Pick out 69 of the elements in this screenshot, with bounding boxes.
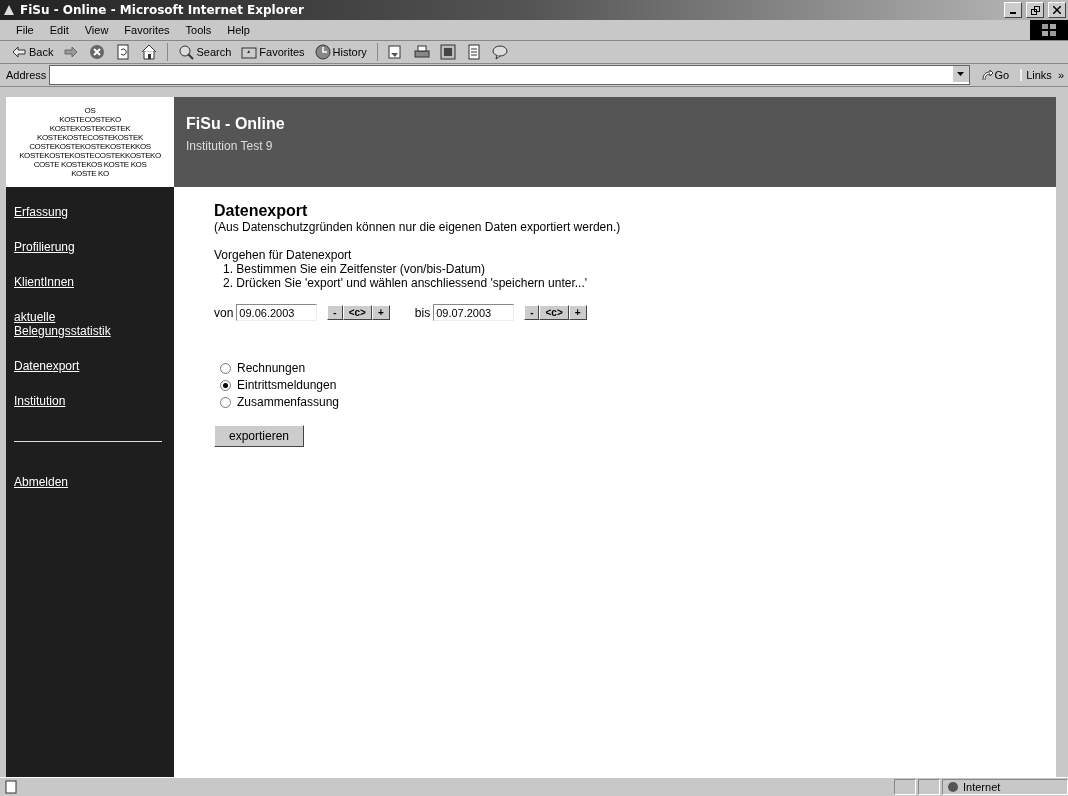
sidebar-link[interactable]: Profilierung [14, 240, 75, 254]
option-label[interactable]: Zusammenfassung [237, 395, 340, 409]
export-button[interactable]: exportieren [214, 425, 305, 447]
date-step-button[interactable]: <c> [342, 305, 372, 320]
folder-icon [241, 44, 258, 60]
menu-item[interactable]: Favorites [116, 24, 178, 36]
option-label[interactable]: Eintrittsmeldungen [237, 378, 337, 392]
status-panel [894, 779, 916, 795]
steps-heading: Vorgehen für Datenexport [214, 248, 353, 262]
mail-icon [387, 44, 404, 60]
page-icon [4, 780, 18, 794]
document-icon [465, 44, 482, 60]
radio-button[interactable] [220, 362, 231, 374]
stop-icon [89, 44, 106, 60]
date-step-button[interactable]: - [327, 305, 343, 320]
menu-item[interactable]: Tools [177, 24, 220, 36]
toolbar-button[interactable]: History [311, 44, 370, 60]
institution-name: Institution Test 9 [186, 139, 274, 153]
sidebar-link[interactable]: KlientInnen [14, 275, 75, 289]
more-chevron[interactable]: » [1057, 69, 1064, 81]
step-text: 2. Drücken Sie 'export' und wählen anschliessend 'speichern unter...' [222, 276, 589, 290]
browser-icon [2, 3, 16, 17]
radio-button[interactable] [220, 379, 231, 391]
date-field[interactable]: 09.07.2003 [433, 304, 515, 321]
date-label: bis [414, 305, 431, 320]
window-title: FiSu - Online - Microsoft Internet Explorer [20, 3, 305, 17]
zone-label: Internet [963, 781, 1001, 793]
menu-item[interactable]: Help [219, 24, 258, 36]
links-label[interactable]: Links [1026, 69, 1052, 81]
home-icon [141, 44, 158, 60]
option-label[interactable]: Rechnungen [237, 361, 306, 375]
address-field[interactable] [49, 65, 970, 85]
date-step-button[interactable]: - [524, 305, 540, 320]
forward-arrow-icon [63, 44, 80, 60]
windows-logo-icon [1030, 20, 1068, 40]
privacy-note: (Aus Datenschutzgründen können nur die eigenen Daten exportiert werden.) [214, 220, 622, 234]
go-button[interactable]: Go [972, 69, 1018, 81]
menu-item[interactable]: File [8, 24, 42, 36]
speech-bubble-icon [491, 44, 508, 60]
toolbar-button[interactable]: Search [175, 44, 235, 60]
menu-item[interactable]: View [76, 24, 117, 36]
logout-link[interactable]: Abmelden [14, 475, 69, 489]
address-label: Address [6, 69, 47, 81]
toolbar-button[interactable]: Favorites [238, 44, 308, 60]
clock-icon [314, 44, 331, 60]
restore-button[interactable] [1026, 2, 1044, 18]
close-icon [1053, 6, 1061, 14]
date-field[interactable]: 09.06.2003 [236, 304, 318, 321]
site-title: FiSu - Online [186, 115, 286, 133]
toolbar-button[interactable]: Back [8, 44, 57, 60]
step-text: 1. Bestimmen Sie ein Zeitfenster (von/bis-Datum) [222, 262, 487, 276]
sidebar-link[interactable]: Datenexport [14, 359, 80, 373]
sidebar-link[interactable]: Institution [14, 394, 66, 408]
sidebar-link[interactable]: Erfassung [14, 205, 69, 219]
date-step-button[interactable]: <c> [539, 305, 569, 320]
close-button[interactable] [1048, 2, 1066, 18]
status-panel [918, 779, 940, 795]
refresh-icon [115, 44, 132, 60]
back-arrow-icon [11, 44, 27, 60]
sidebar-link[interactable]: aktuelle Belegungsstatistik [14, 310, 144, 338]
page-title: Datenexport [214, 202, 309, 220]
date-label: von [214, 305, 234, 320]
restore-icon [1030, 5, 1040, 15]
printer-icon [413, 44, 430, 60]
search-icon [178, 44, 195, 60]
menu-item[interactable]: Edit [41, 24, 77, 36]
radio-button[interactable] [220, 396, 231, 408]
minimize-button[interactable] [1004, 2, 1022, 18]
curved-arrow-icon [980, 69, 993, 81]
